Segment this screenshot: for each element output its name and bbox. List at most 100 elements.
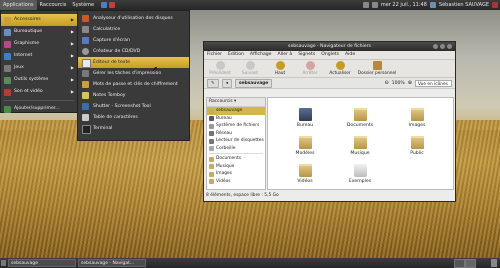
menu-item-calculator[interactable]: Calculatrice: [78, 24, 189, 35]
path-button-home[interactable]: sebsauvage: [234, 78, 273, 88]
sidebar-item-pictures[interactable]: Images: [207, 170, 265, 178]
back-button[interactable]: Précédent: [207, 61, 233, 76]
menu-help[interactable]: Aide: [345, 51, 355, 59]
menu-item-passwords-keys[interactable]: Mots de passe et clés de chiffrement: [78, 79, 189, 90]
user-name[interactable]: Sébastien SAUVAGE: [439, 2, 489, 8]
menu-item-system-tools[interactable]: Outils système ▶: [1, 74, 77, 86]
menu-item-cd-dvd-creator[interactable]: Créateur de CD/DVD: [78, 46, 189, 57]
taskbar-item[interactable]: sebsauvage - Navigat...: [78, 259, 146, 267]
sidebar-item-network[interactable]: Réseau: [207, 130, 265, 138]
menu-file[interactable]: Fichier: [207, 51, 222, 59]
file-item-public[interactable]: Public: [395, 136, 439, 156]
close-icon[interactable]: [447, 44, 452, 49]
sidebar-item-filesystem[interactable]: Système de fichiers: [207, 122, 265, 130]
menu-go[interactable]: Aller à: [278, 51, 293, 59]
file-item-examples[interactable]: Exemples: [338, 164, 382, 184]
system-menu[interactable]: Système: [69, 0, 97, 10]
menu-item-internet[interactable]: Internet ▶: [1, 50, 77, 62]
up-button[interactable]: Haut: [267, 61, 293, 76]
trash-icon[interactable]: [491, 259, 497, 267]
menu-item-label: Mots de passe et clés de chiffrement: [93, 82, 178, 87]
file-item-videos[interactable]: Vidéos: [283, 164, 327, 184]
menu-item-label: Éditeur de texte: [93, 60, 131, 65]
sidebar-item-videos[interactable]: Vidéos: [207, 178, 265, 186]
menu-item-accessories[interactable]: Accessoires ▶: [1, 14, 77, 26]
reload-button[interactable]: Actualiser: [327, 61, 353, 76]
submenu-arrow-icon: ▶: [70, 89, 74, 94]
show-desktop-icon[interactable]: [1, 260, 6, 266]
location-bar: ✎ ◂ sebsauvage ⊖ 100% ⊕ Vue en icônes: [204, 78, 455, 89]
menu-item-text-editor[interactable]: Éditeur de texte: [78, 57, 189, 68]
window-titlebar[interactable]: sebsauvage - Navigateur de fichiers: [204, 42, 455, 51]
menu-item-print-jobs[interactable]: Gérer les tâches d'impression: [78, 68, 189, 79]
back-arrow-icon: [215, 61, 225, 70]
desktop-icon: [209, 116, 214, 121]
file-item-documents[interactable]: Documents: [338, 108, 382, 128]
network-icon: [209, 131, 214, 136]
minimize-icon[interactable]: [433, 44, 438, 49]
menu-item-add-remove[interactable]: Ajouter/supprimer...: [1, 103, 77, 115]
sidebar-item-desktop[interactable]: Bureau: [207, 115, 265, 123]
power-icon[interactable]: [492, 2, 498, 8]
launcher-icon[interactable]: [109, 2, 116, 8]
folder-icon: [298, 164, 312, 177]
clock[interactable]: mer 22 juil., 11:48: [381, 2, 427, 8]
sidebar-item-music[interactable]: Musique: [207, 163, 265, 171]
zoom-level[interactable]: 100%: [392, 81, 405, 86]
zoom-out-icon[interactable]: ⊖: [384, 80, 388, 86]
submenu-arrow-icon: ▶: [70, 29, 74, 34]
taskbar-item[interactable]: sebsauvage: [8, 259, 76, 267]
sidebar-item-trash[interactable]: Corbeille: [207, 145, 265, 153]
submenu-arrow-icon: ▶: [70, 77, 74, 82]
menu-item-tomboy-notes[interactable]: Notes Tomboy: [78, 90, 189, 101]
view-mode-select[interactable]: Vue en icônes: [415, 79, 452, 87]
path-left-arrow-icon[interactable]: ◂: [221, 78, 232, 88]
menu-item-office[interactable]: Bureautique ▶: [1, 26, 77, 38]
mouse-pointer-icon: ➚: [152, 65, 158, 73]
menu-item-screenshot[interactable]: Capture d'écran: [78, 35, 189, 46]
sidebar-item-home[interactable]: sebsauvage: [207, 107, 265, 115]
volume-icon[interactable]: [371, 2, 378, 8]
menu-edit[interactable]: Édition: [228, 51, 244, 59]
internet-icon: [4, 53, 11, 60]
menu-item-shutter[interactable]: Shutter - Screenshot Tool: [78, 101, 189, 112]
menu-item-character-map[interactable]: Table de caractères: [78, 112, 189, 123]
character-map-icon: [82, 114, 89, 121]
sidebar-item-documents[interactable]: Documents: [207, 155, 265, 163]
file-browser-window: sebsauvage - Navigateur de fichiers Fich…: [203, 41, 456, 202]
file-item-desktop[interactable]: Bureau: [283, 108, 327, 128]
menu-view[interactable]: Affichage: [250, 51, 272, 59]
desktop-folder-icon: [298, 108, 312, 121]
menu-item-games[interactable]: Jeux ▶: [1, 62, 77, 74]
places-menu[interactable]: Raccourcis: [37, 0, 70, 10]
applications-dropdown: Accessoires ▶ Bureautique ▶ Graphisme ▶ …: [0, 10, 78, 113]
home-button[interactable]: Dossier personnel: [357, 61, 397, 76]
file-item-pictures[interactable]: Images: [395, 108, 439, 128]
menu-item-sound-video[interactable]: Son et vidéo ▶: [1, 86, 77, 98]
zoom-in-icon[interactable]: ⊕: [408, 80, 412, 86]
menu-item-terminal[interactable]: Terminal: [78, 123, 189, 134]
menu-item-label: Notes Tomboy: [93, 93, 126, 98]
forward-button[interactable]: Suivant: [237, 61, 263, 76]
top-panel: Applications Raccourcis Système mer 22 j…: [0, 0, 500, 10]
network-icon[interactable]: [362, 2, 369, 8]
sidebar-mode-select[interactable]: Raccourcis ▾: [207, 98, 265, 107]
home-folder-icon: [209, 108, 214, 114]
menu-bookmarks[interactable]: Signets: [298, 51, 315, 59]
accessories-icon: [4, 17, 11, 24]
maximize-icon[interactable]: [440, 44, 445, 49]
toggle-path-button[interactable]: ✎: [207, 78, 219, 88]
applications-menu[interactable]: Applications: [0, 0, 37, 10]
file-item-music[interactable]: Musique: [338, 136, 382, 156]
forward-arrow-icon: [245, 61, 255, 70]
file-view: Bureau Documents Images Modèles Musique …: [267, 97, 454, 190]
menu-item-graphics[interactable]: Graphisme ▶: [1, 38, 77, 50]
menu-item-disk-usage[interactable]: Analyseur d'utilisation des disques: [78, 13, 189, 24]
stop-button[interactable]: Arrêter: [297, 61, 323, 76]
launcher-icon[interactable]: [101, 2, 108, 8]
sidebar-item-floppy[interactable]: Lecteur de disquettes: [207, 137, 265, 145]
menu-tabs[interactable]: Onglets: [321, 51, 339, 59]
workspace-switcher[interactable]: [454, 259, 465, 268]
workspace-switcher[interactable]: [465, 259, 476, 268]
file-item-templates[interactable]: Modèles: [283, 136, 327, 156]
